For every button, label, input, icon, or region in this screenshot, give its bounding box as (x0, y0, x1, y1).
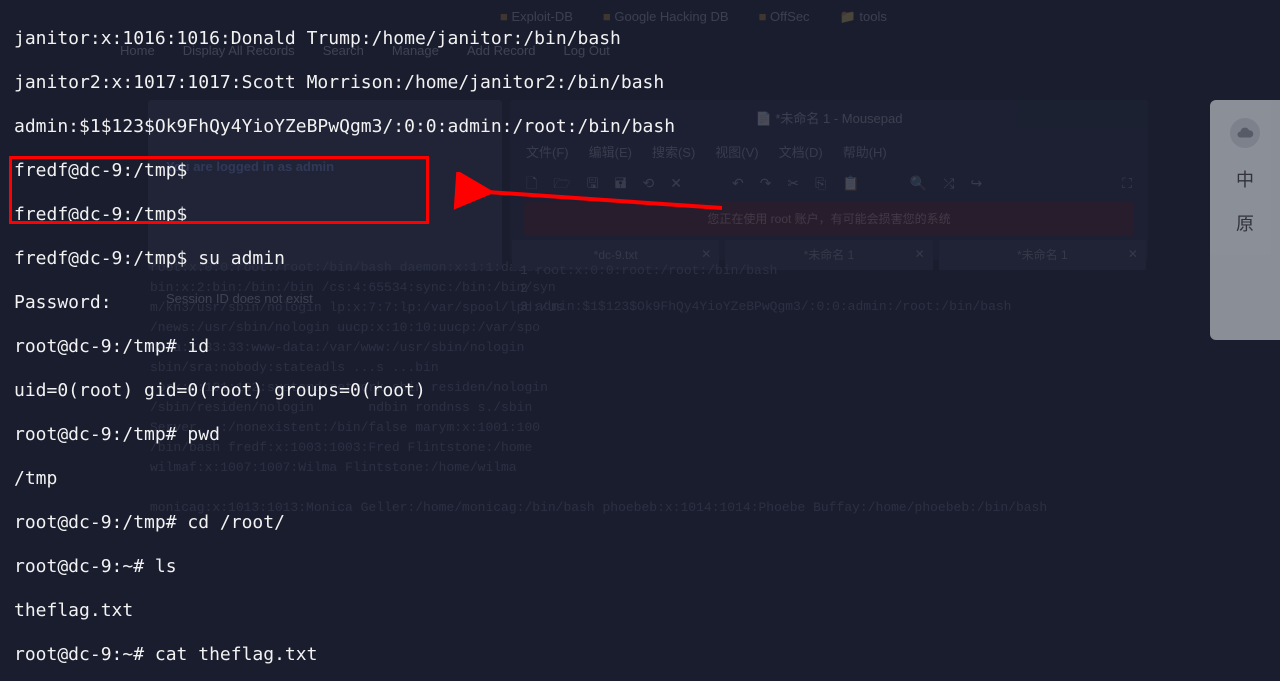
term-line: theflag.txt (14, 600, 1272, 622)
term-line: fredf@dc-9:/tmp$ (14, 160, 1272, 182)
term-line: Password: (14, 292, 1272, 314)
term-line: uid=0(root) gid=0(root) groups=0(root) (14, 380, 1272, 402)
term-line: root@dc-9:~# ls (14, 556, 1272, 578)
term-line: root@dc-9:~# cat theflag.txt (14, 644, 1272, 666)
term-line: admin:$1$123$Ok9FhQy4YioYZeBPwQgm3/:0:0:… (14, 116, 1272, 138)
term-line: fredf@dc-9:/tmp$ su admin (14, 248, 1272, 270)
term-line: root@dc-9:/tmp# id (14, 336, 1272, 358)
terminal[interactable]: janitor:x:1016:1016:Donald Trump:/home/j… (0, 0, 1280, 681)
term-line: root@dc-9:/tmp# cd /root/ (14, 512, 1272, 534)
term-line: janitor2:x:1017:1017:Scott Morrison:/hom… (14, 72, 1272, 94)
term-line: /tmp (14, 468, 1272, 490)
term-line: root@dc-9:/tmp# pwd (14, 424, 1272, 446)
term-line: janitor:x:1016:1016:Donald Trump:/home/j… (14, 28, 1272, 50)
term-line: fredf@dc-9:/tmp$ (14, 204, 1272, 226)
